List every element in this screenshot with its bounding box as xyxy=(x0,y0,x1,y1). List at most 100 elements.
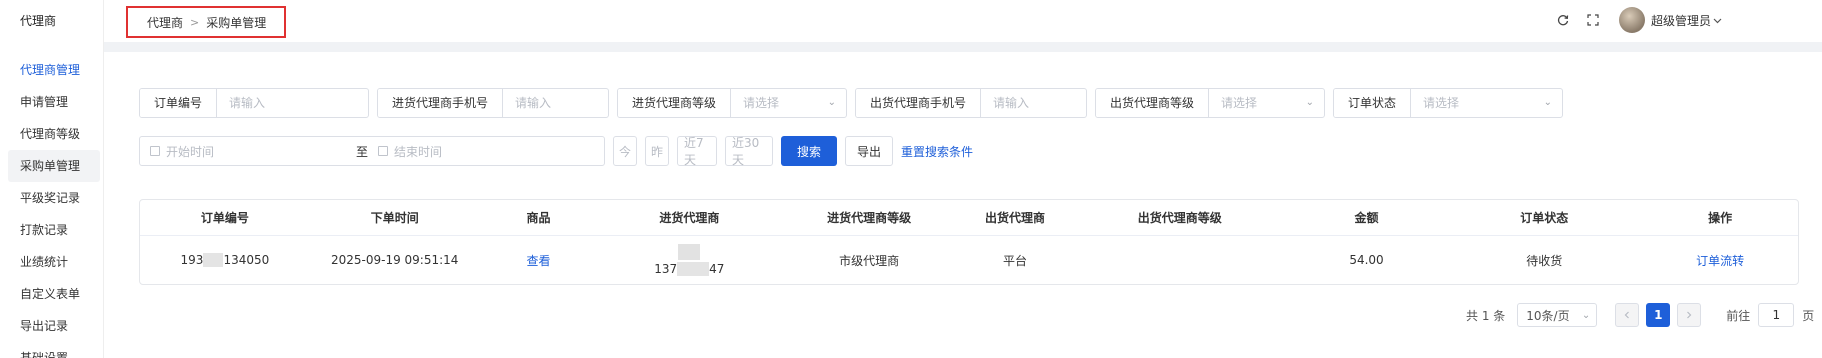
user-menu[interactable]: 超级管理员 xyxy=(1618,7,1722,33)
breadcrumb-separator-icon: > xyxy=(190,15,200,29)
export-button[interactable]: 导出 xyxy=(845,136,893,166)
col-amount: 金额 xyxy=(1354,211,1379,225)
seller-phone-filter: 出货代理商手机号 请输入 xyxy=(855,88,1087,118)
col-buyer-level: 进货代理商等级 xyxy=(827,211,912,225)
col-goods: 商品 xyxy=(526,211,551,225)
order-time-cell: 2025-09-19 09:51:14 xyxy=(330,253,459,267)
status-filter: 订单状态 请选择 ⌄ xyxy=(1333,88,1563,118)
sidebar-item-applications[interactable]: 申请管理 xyxy=(8,86,100,118)
calendar-icon xyxy=(378,146,388,156)
seller-phone-label: 出货代理商手机号 xyxy=(856,89,982,117)
col-order-no: 订单编号 xyxy=(200,211,249,225)
redacted-block xyxy=(677,262,710,277)
start-date-placeholder: 开始时间 xyxy=(166,144,215,159)
breadcrumb-current: 采购单管理 xyxy=(206,15,267,30)
buyer-level-filter: 进货代理商等级 请选择 ⌄ xyxy=(617,88,847,118)
buyer-level-placeholder: 请选择 xyxy=(743,96,780,110)
refresh-icon[interactable] xyxy=(1555,12,1571,28)
view-goods-link[interactable]: 查看 xyxy=(527,252,551,269)
goto-page-input[interactable]: 1 xyxy=(1758,303,1795,327)
sidebar-menu: 代理商管理 申请管理 代理商等级 采购单管理 平级奖记录 打款记录 业绩统计 自… xyxy=(8,54,100,358)
breadcrumb: 代理商 > 采购单管理 xyxy=(126,6,286,38)
status-placeholder: 请选择 xyxy=(1423,96,1460,110)
order-no-filter: 订单编号 请输入 xyxy=(139,88,369,118)
chevron-down-icon xyxy=(1713,18,1722,23)
sidebar-item-export-records[interactable]: 导出记录 xyxy=(8,310,100,342)
seller-level-filter: 出货代理商等级 请选择 ⌄ xyxy=(1095,88,1325,118)
chevron-left-icon xyxy=(1624,311,1630,319)
order-no-suffix: 134050 xyxy=(223,253,270,267)
page-unit: 页 xyxy=(1802,308,1815,323)
sidebar-item-custom-forms[interactable]: 自定义表单 xyxy=(8,278,100,310)
quick-last7-button[interactable]: 近7天 xyxy=(677,136,717,167)
sidebar-item-basic-settings[interactable]: 基础设置 xyxy=(8,342,100,358)
col-seller-level: 出货代理商等级 xyxy=(1137,211,1222,225)
sidebar-item-purchase-orders[interactable]: 采购单管理 xyxy=(8,150,100,182)
buyer-avatar xyxy=(678,243,701,260)
table-row: 193 134050 2025-09-19 09:51:14 查看 137 47 … xyxy=(140,236,1798,284)
seller-level-label: 出货代理商等级 xyxy=(1096,89,1210,117)
start-date-input[interactable]: 开始时间 xyxy=(150,143,360,160)
next-page-button[interactable] xyxy=(1677,303,1702,327)
amount-cell: 54.00 xyxy=(1349,253,1384,267)
pagination: 共 1 条 10条/页 ⌄ 1 前往 1 页 xyxy=(1466,303,1814,327)
quick-today-button[interactable]: 今 xyxy=(613,136,637,166)
sidebar-item-agent-levels[interactable]: 代理商等级 xyxy=(8,118,100,150)
order-no-input[interactable]: 请输入 xyxy=(217,89,368,117)
buyer-phone-input[interactable]: 请输入 xyxy=(503,89,608,117)
order-flow-link[interactable]: 订单流转 xyxy=(1696,252,1744,269)
status-cell: 待收货 xyxy=(1526,253,1563,268)
search-button[interactable]: 搜索 xyxy=(781,136,837,166)
redacted-block xyxy=(203,253,224,267)
end-date-input[interactable]: 结束时间 xyxy=(378,143,588,160)
chevron-down-icon: ⌄ xyxy=(1305,97,1314,108)
quick-yesterday-button[interactable]: 昨 xyxy=(645,136,669,166)
quick-last30-button[interactable]: 近30天 xyxy=(725,136,773,167)
seller-level-select[interactable]: 请选择 ⌄ xyxy=(1209,89,1324,117)
order-no-cell: 193 134050 xyxy=(140,236,310,284)
table-header: 订单编号 下单时间 商品 进货代理商 进货代理商等级 出货代理商 出货代理商等级… xyxy=(140,200,1798,236)
pagination-total: 共 1 条 xyxy=(1466,308,1506,323)
seller-phone-input[interactable]: 请输入 xyxy=(981,89,1086,117)
page-size-select[interactable]: 10条/页 ⌄ xyxy=(1517,303,1598,327)
fullscreen-icon[interactable] xyxy=(1585,12,1601,28)
sidebar-item-payments[interactable]: 打款记录 xyxy=(8,214,100,246)
buyer-phone-suffix: 47 xyxy=(709,261,725,276)
buyer-level-select[interactable]: 请选择 ⌄ xyxy=(731,89,846,117)
col-buyer: 进货代理商 xyxy=(659,211,720,225)
page-number-button[interactable]: 1 xyxy=(1646,303,1671,327)
sidebar-item-agent-management[interactable]: 代理商管理 xyxy=(8,54,100,86)
header-divider xyxy=(104,42,1822,52)
header-actions: 超级管理员 xyxy=(1555,6,1722,34)
avatar[interactable] xyxy=(1618,7,1645,33)
status-select[interactable]: 请选择 ⌄ xyxy=(1411,89,1562,117)
goto-label: 前往 xyxy=(1726,308,1751,323)
user-name-text: 超级管理员 xyxy=(1650,13,1711,28)
buyer-cell: 137 47 xyxy=(597,236,781,284)
chevron-down-icon: ⌄ xyxy=(827,97,836,108)
sidebar-item-peer-rewards[interactable]: 平级奖记录 xyxy=(8,182,100,214)
col-status: 订单状态 xyxy=(1520,211,1569,225)
date-range-picker[interactable]: 开始时间 至 结束时间 xyxy=(139,136,605,166)
actions-cell: 订单流转 xyxy=(1642,236,1798,284)
order-no-prefix: 193 xyxy=(180,253,204,267)
top-header: 代理商 > 采购单管理 超级管理员 xyxy=(104,0,1822,42)
chevron-down-icon: ⌄ xyxy=(1581,309,1591,321)
goods-cell: 查看 xyxy=(480,236,598,284)
chevron-down-icon: ⌄ xyxy=(1543,97,1552,108)
filter-panel: 订单编号 请输入 进货代理商手机号 请输入 进货代理商等级 请选择 ⌄ 出货代理… xyxy=(139,88,1799,184)
seller-cell: 平台 xyxy=(1002,253,1027,268)
buyer-level-cell: 市级代理商 xyxy=(839,253,900,268)
user-name[interactable]: 超级管理员 xyxy=(1651,12,1722,29)
sidebar-brand: 代理商 xyxy=(20,14,57,28)
breadcrumb-root[interactable]: 代理商 xyxy=(147,14,183,31)
calendar-icon xyxy=(150,146,160,156)
reset-filters-button[interactable]: 重置搜索条件 xyxy=(901,136,973,166)
buyer-phone: 137 47 xyxy=(654,262,724,277)
end-date-placeholder: 结束时间 xyxy=(394,144,443,159)
sidebar-item-performance[interactable]: 业绩统计 xyxy=(8,246,100,278)
orders-table: 订单编号 下单时间 商品 进货代理商 进货代理商等级 出货代理商 出货代理商等级… xyxy=(139,199,1799,285)
order-no-label: 订单编号 xyxy=(140,89,218,117)
prev-page-button[interactable] xyxy=(1615,303,1640,327)
buyer-level-label: 进货代理商等级 xyxy=(618,89,732,117)
